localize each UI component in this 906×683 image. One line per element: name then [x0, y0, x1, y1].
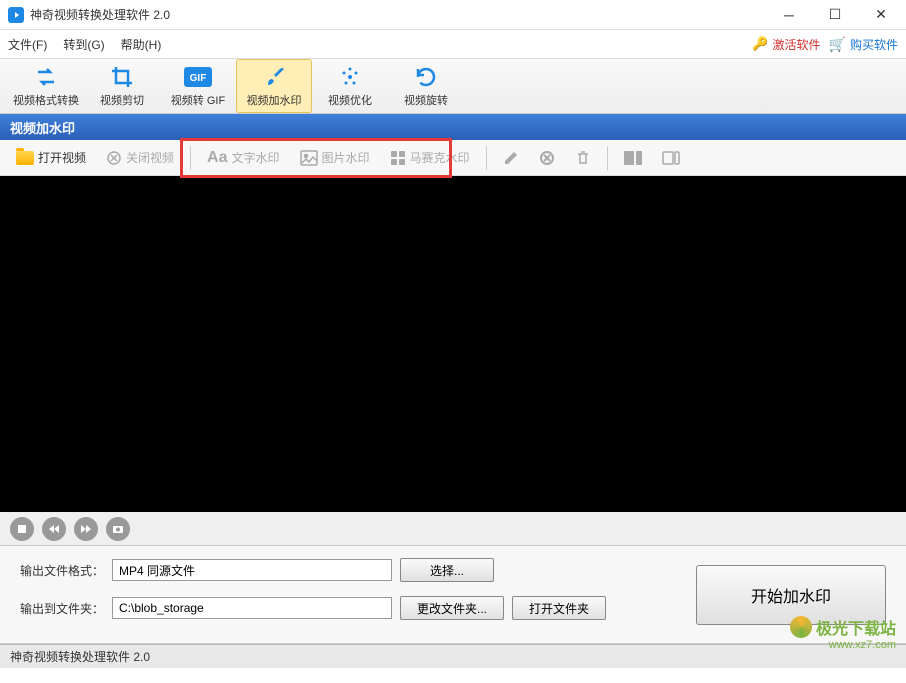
maximize-button[interactable]: ☐: [812, 0, 858, 30]
separator: [190, 146, 191, 170]
buy-label: 购买软件: [850, 36, 898, 53]
brush-icon: [262, 64, 286, 90]
close-video-icon: [106, 150, 122, 166]
delete-button[interactable]: [567, 146, 599, 170]
cart-icon: 🛒: [829, 36, 846, 53]
buy-link[interactable]: 🛒 购买软件: [829, 36, 898, 53]
rotate-icon: [414, 64, 438, 90]
output-format-input[interactable]: [112, 559, 392, 581]
sparkle-icon: [338, 64, 362, 90]
forward-button[interactable]: [74, 517, 98, 541]
separator: [486, 146, 487, 170]
remove-icon: [539, 150, 555, 166]
open-folder-button[interactable]: 打开文件夹: [512, 596, 606, 620]
layout-2-button[interactable]: [654, 147, 688, 169]
text-watermark-button[interactable]: Aa 文字水印: [199, 145, 287, 171]
key-icon: 🔑: [752, 36, 768, 52]
menu-help[interactable]: 帮助(H): [121, 36, 162, 53]
sub-toolbar: 打开视频 关闭视频 Aa 文字水印 图片水印 马赛克水印: [0, 140, 906, 176]
tool-gif[interactable]: GIF 视频转 GIF: [160, 59, 236, 113]
image-icon: [300, 150, 318, 166]
separator: [607, 146, 608, 170]
tool-crop[interactable]: 视频剪切: [84, 59, 160, 113]
mosaic-watermark-button[interactable]: 马赛克水印: [382, 145, 478, 170]
menubar: 文件(F) 转到(G) 帮助(H) 🔑 激活软件 🛒 购买软件: [0, 30, 906, 58]
player-controls: [0, 512, 906, 546]
gif-icon: GIF: [184, 64, 212, 90]
svg-text:GIF: GIF: [190, 73, 207, 84]
output-folder-input[interactable]: [112, 597, 392, 619]
activate-link[interactable]: 🔑 激活软件: [752, 36, 820, 53]
tool-format-convert[interactable]: 视频格式转换: [8, 59, 84, 113]
statusbar: 神奇视频转换处理软件 2.0: [0, 644, 906, 668]
layout-1-button[interactable]: [616, 147, 650, 169]
stop-button[interactable]: [10, 517, 34, 541]
menu-goto[interactable]: 转到(G): [63, 36, 104, 53]
trash-icon: [575, 150, 591, 166]
output-folder-label: 输出到文件夹：: [20, 600, 104, 617]
video-preview: [0, 176, 906, 512]
layout-icon: [624, 151, 642, 165]
main-toolbar: 视频格式转换 视频剪切 GIF 视频转 GIF 视频加水印 视频优化 视频旋转: [0, 58, 906, 114]
tool-rotate[interactable]: 视频旋转: [388, 59, 464, 113]
text-icon: Aa: [207, 149, 227, 167]
convert-icon: [34, 64, 58, 90]
app-title: 神奇视频转换处理软件 2.0: [30, 6, 766, 23]
image-watermark-button[interactable]: 图片水印: [292, 145, 378, 170]
mosaic-icon: [390, 150, 406, 166]
pencil-icon: [503, 150, 519, 166]
crop-icon: [110, 64, 134, 90]
edit-button[interactable]: [495, 146, 527, 170]
output-panel: 输出文件格式： 选择... 输出到文件夹： 更改文件夹... 打开文件夹 开始加…: [0, 546, 906, 644]
titlebar: 神奇视频转换处理软件 2.0 ─ ☐ ✕: [0, 0, 906, 30]
open-video-button[interactable]: 打开视频: [8, 145, 94, 170]
section-title: 视频加水印: [10, 118, 75, 137]
tool-watermark[interactable]: 视频加水印: [236, 59, 312, 113]
layout-2-icon: [662, 151, 680, 165]
close-button[interactable]: ✕: [858, 0, 904, 30]
menu-file[interactable]: 文件(F): [8, 36, 47, 53]
rewind-button[interactable]: [42, 517, 66, 541]
tool-optimize[interactable]: 视频优化: [312, 59, 388, 113]
status-text: 神奇视频转换处理软件 2.0: [10, 648, 150, 665]
folder-icon: [16, 151, 34, 165]
activate-label: 激活软件: [773, 36, 821, 53]
section-header: 视频加水印: [0, 114, 906, 140]
close-video-button[interactable]: 关闭视频: [98, 145, 182, 170]
output-format-label: 输出文件格式：: [20, 562, 104, 579]
select-format-button[interactable]: 选择...: [400, 558, 494, 582]
app-icon: [8, 7, 24, 23]
minimize-button[interactable]: ─: [766, 0, 812, 30]
remove-button[interactable]: [531, 146, 563, 170]
snapshot-button[interactable]: [106, 517, 130, 541]
start-watermark-button[interactable]: 开始加水印: [696, 565, 886, 625]
change-folder-button[interactable]: 更改文件夹...: [400, 596, 504, 620]
